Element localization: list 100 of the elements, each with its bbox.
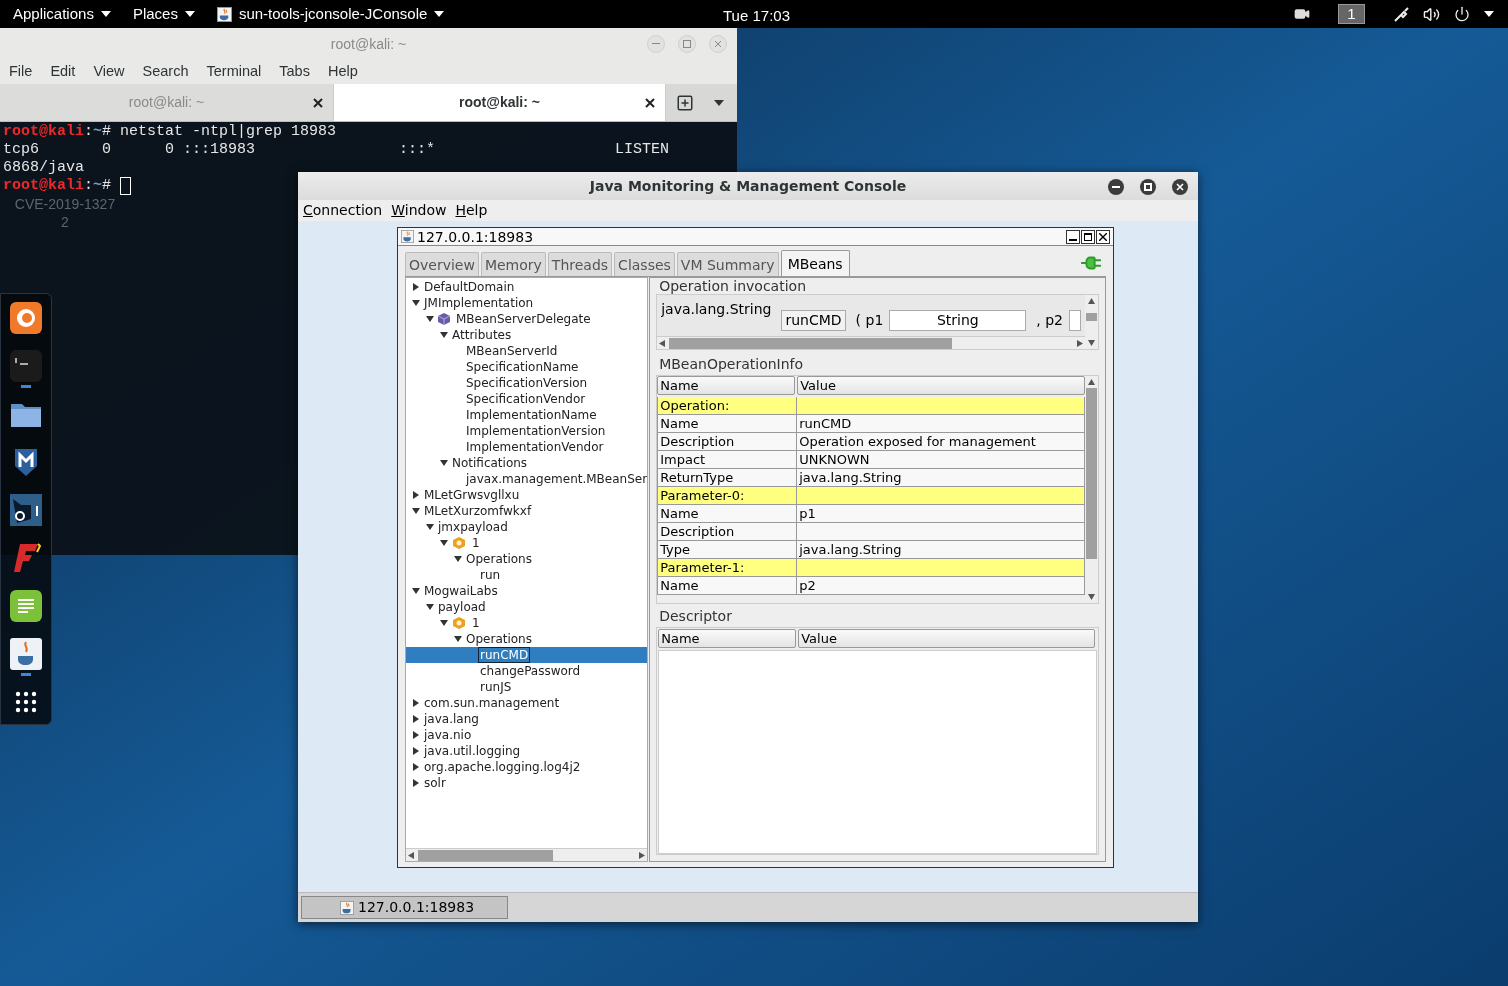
terminal-tab[interactable]: root@kali: ~: [333, 84, 666, 121]
collapse-arrow-icon[interactable]: [440, 459, 448, 467]
expand-arrow-icon[interactable]: [412, 491, 420, 499]
tree-item[interactable]: MLetXurzomfwkxf: [424, 504, 532, 518]
tree-item[interactable]: 1: [472, 616, 480, 630]
tree-item[interactable]: javax.management.MBeanSer: [466, 472, 648, 486]
tree-item[interactable]: java.lang: [424, 712, 479, 726]
volume-icon[interactable]: [1423, 5, 1440, 23]
tree-item[interactable]: java.nio: [424, 728, 472, 742]
tree-item[interactable]: MBeanServerId: [466, 344, 558, 358]
scroll-up-icon[interactable]: [1088, 298, 1095, 304]
clock[interactable]: Tue 17:03: [723, 5, 790, 28]
scroll-right-icon[interactable]: [639, 851, 646, 859]
expand-arrow-icon[interactable]: [412, 731, 420, 739]
horizontal-scrollbar[interactable]: [406, 848, 648, 861]
top-bar-menu[interactable]: Applications: [13, 2, 111, 26]
collapse-arrow-icon[interactable]: [440, 619, 448, 627]
column-header[interactable]: Name: [658, 629, 797, 648]
workspace-indicator[interactable]: 1: [1338, 4, 1365, 24]
minimize-button[interactable]: [1108, 179, 1124, 195]
menu-item[interactable]: Tabs: [279, 61, 310, 83]
menu-item[interactable]: Connection: [303, 200, 383, 221]
collapse-arrow-icon[interactable]: [426, 315, 434, 323]
tree-item[interactable]: org.apache.logging.log4j2: [424, 760, 581, 774]
collapse-arrow-icon[interactable]: [426, 603, 434, 611]
column-header[interactable]: Name: [657, 376, 796, 395]
collapse-arrow-icon[interactable]: [440, 539, 448, 547]
taskbar-button[interactable]: 127.0.0.1:18983: [301, 896, 508, 919]
tree-item[interactable]: Notifications: [452, 456, 528, 470]
tab[interactable]: VM Summary: [676, 252, 779, 276]
menu-item[interactable]: Window: [391, 200, 447, 221]
collapse-arrow-icon[interactable]: [426, 523, 434, 531]
scroll-up-icon[interactable]: [1088, 379, 1095, 385]
parameter-field[interactable]: [1069, 310, 1081, 331]
top-bar-menu[interactable]: Places: [132, 2, 195, 26]
scroll-right-icon[interactable]: [1077, 339, 1083, 347]
vertical-scrollbar[interactable]: [1085, 376, 1098, 603]
close-icon[interactable]: [645, 97, 655, 108]
tree-item[interactable]: JMImplementation: [424, 296, 534, 310]
vertical-scrollbar[interactable]: [1085, 295, 1098, 349]
tree-item[interactable]: Attributes: [452, 328, 512, 342]
tree-item[interactable]: solr: [424, 776, 446, 790]
tree-item[interactable]: changePassword: [480, 664, 581, 678]
collapse-arrow-icon[interactable]: [412, 299, 420, 307]
tree-item[interactable]: payload: [438, 600, 486, 614]
tree-item[interactable]: Operations: [466, 552, 532, 566]
expand-arrow-icon[interactable]: [412, 283, 420, 291]
tab[interactable]: Classes: [614, 252, 675, 276]
tree-item[interactable]: java.util.logging: [424, 744, 521, 758]
tree-item[interactable]: ImplementationVendor: [466, 440, 604, 454]
tree-item[interactable]: SpecificationName: [466, 360, 579, 374]
collapse-arrow-icon[interactable]: [412, 587, 420, 595]
tab[interactable]: Threads: [547, 252, 613, 276]
menu-item[interactable]: Help: [327, 61, 358, 83]
scroll-down-icon[interactable]: [1088, 594, 1095, 600]
tree-item[interactable]: MogwaiLabs: [424, 584, 498, 598]
scroll-thumb[interactable]: [1086, 388, 1097, 559]
tree-item[interactable]: DefaultDomain: [424, 280, 515, 294]
expand-arrow-icon[interactable]: [412, 763, 420, 771]
collapse-arrow-icon[interactable]: [454, 635, 462, 643]
tree-item[interactable]: 1: [472, 536, 480, 550]
tree-item[interactable]: MBeanServerDelegate: [456, 312, 591, 326]
tree-item[interactable]: SpecificationVendor: [466, 392, 586, 406]
menu-item[interactable]: Edit: [50, 61, 76, 83]
close-icon[interactable]: [313, 97, 323, 108]
collapse-arrow-icon[interactable]: [440, 331, 448, 339]
power-icon[interactable]: [1454, 6, 1470, 22]
minimize-button[interactable]: [1066, 229, 1080, 244]
menu-item[interactable]: Search: [142, 61, 189, 83]
tree-item[interactable]: run: [480, 568, 501, 582]
menu-item[interactable]: View: [93, 61, 125, 83]
column-header[interactable]: Value: [797, 376, 1085, 395]
close-button[interactable]: [1172, 179, 1188, 195]
tree-item[interactable]: Operations: [466, 632, 532, 646]
scroll-thumb[interactable]: [1086, 313, 1097, 321]
menu-item[interactable]: Help: [455, 200, 488, 221]
dock-launcher[interactable]: [8, 638, 44, 676]
new-tab-icon[interactable]: [676, 93, 694, 112]
tree-item[interactable]: jmxpayload: [438, 520, 508, 534]
video-camera-icon[interactable]: [1294, 6, 1310, 22]
expand-arrow-icon[interactable]: [412, 747, 420, 755]
tree-item[interactable]: runJS: [480, 680, 512, 694]
scroll-thumb[interactable]: [418, 849, 553, 861]
scroll-left-icon[interactable]: [408, 851, 414, 859]
expand-arrow-icon[interactable]: [412, 779, 420, 787]
column-header[interactable]: Value: [798, 629, 1095, 648]
tree-item[interactable]: SpecificationVersion: [466, 376, 588, 390]
tree-item[interactable]: MLetGrwsvgllxu: [424, 488, 520, 502]
expand-arrow-icon[interactable]: [412, 715, 420, 723]
tab[interactable]: MBeans: [780, 250, 850, 276]
tab[interactable]: Overview: [405, 252, 479, 276]
scroll-thumb[interactable]: [669, 337, 952, 349]
top-bar-menu[interactable]: sun-tools-jconsole-JConsole: [216, 2, 445, 26]
invoke-button[interactable]: runCMD: [781, 310, 846, 331]
menu-item[interactable]: Terminal: [206, 61, 262, 83]
menu-item[interactable]: File: [9, 61, 33, 83]
maximize-button[interactable]: [1081, 229, 1095, 244]
tree-item[interactable]: ImplementationName: [466, 408, 597, 422]
expand-arrow-icon[interactable]: [412, 699, 420, 707]
tab[interactable]: Memory: [480, 252, 546, 276]
